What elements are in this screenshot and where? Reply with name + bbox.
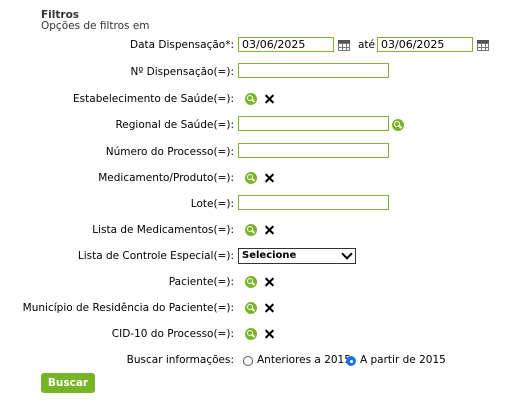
lista-controle-selected: Selecione: [242, 250, 297, 261]
lista-controle-label: Lista de Controle Especial(=):: [77, 250, 234, 262]
data-dispensacao-label: Data Dispensação*:: [130, 39, 234, 51]
numero-processo-label: Número do Processo(=):: [105, 146, 234, 158]
municipio-label: Município de Residência do Paciente(=):: [22, 302, 234, 314]
calendar-icon[interactable]: [338, 40, 350, 51]
radio-a-partir-2015[interactable]: [346, 356, 356, 366]
paciente-label: Paciente(=):: [168, 276, 234, 288]
search-icon[interactable]: [245, 328, 257, 340]
lista-controle-select[interactable]: Selecione: [238, 248, 356, 264]
search-icon[interactable]: [245, 172, 257, 184]
regional-input[interactable]: [238, 116, 389, 131]
clear-icon[interactable]: [264, 302, 275, 313]
numero-processo-input[interactable]: [238, 143, 389, 158]
medicamento-label: Medicamento/Produto(=):: [98, 172, 234, 184]
clear-icon[interactable]: [264, 276, 275, 287]
search-icon[interactable]: [245, 276, 257, 288]
data-dispensacao-to-input[interactable]: 03/06/2025: [377, 37, 473, 52]
n-dispensacao-input[interactable]: [238, 63, 389, 78]
n-dispensacao-label: Nº Dispensação(=):: [130, 66, 234, 78]
lista-medicamentos-label: Lista de Medicamentos(=):: [92, 224, 234, 236]
radio-anteriores-2015[interactable]: [243, 356, 253, 366]
buscar-button[interactable]: Buscar: [41, 373, 95, 393]
clear-icon[interactable]: [264, 93, 275, 104]
estabelecimento-label: Estabelecimento de Saúde(=):: [73, 93, 234, 105]
radio-anteriores-2015-label: Anteriores a 2015: [257, 354, 351, 366]
search-icon[interactable]: [392, 119, 404, 131]
radio-a-partir-2015-label: A partir de 2015: [360, 354, 446, 366]
clear-icon[interactable]: [264, 328, 275, 339]
search-icon[interactable]: [245, 93, 257, 105]
search-icon[interactable]: [245, 302, 257, 314]
filters-subtitle: Opções de filtros em: [41, 20, 150, 32]
clear-icon[interactable]: [264, 224, 275, 235]
clear-icon[interactable]: [264, 172, 275, 183]
date-range-connector: até: [358, 39, 376, 51]
cid10-label: CID-10 do Processo(=):: [111, 328, 234, 340]
lote-input[interactable]: [238, 195, 389, 210]
regional-label: Regional de Saúde(=):: [115, 119, 234, 131]
lote-label: Lote(=):: [190, 198, 234, 210]
search-icon[interactable]: [245, 224, 257, 236]
buscar-informacoes-label: Buscar informações:: [126, 354, 234, 366]
data-dispensacao-from-input[interactable]: 03/06/2025: [238, 37, 334, 52]
calendar-icon[interactable]: [477, 40, 489, 51]
chevron-down-icon: [341, 248, 353, 260]
